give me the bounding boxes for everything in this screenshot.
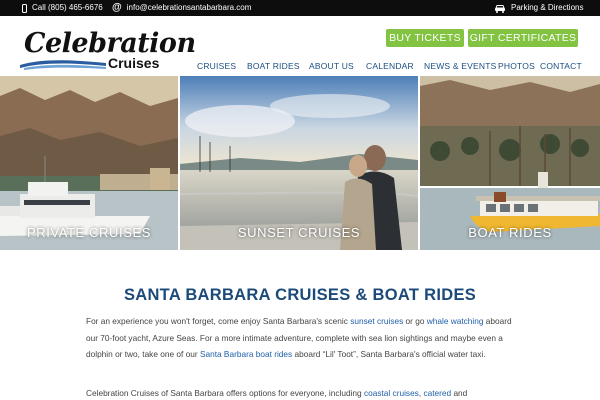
nav-item-photos[interactable]: PHOTOS [498,60,535,72]
at-icon: @ [112,2,122,13]
email-text: info@celebrationsantabarbara.com [126,3,252,12]
hero-label-boat-rides: BOAT RIDES [468,225,552,240]
hero-panel-private-cruises[interactable]: PRIVATE CRUISES [0,76,178,250]
whale-watching-link[interactable]: whale watching [427,316,484,326]
options-text-3: and [451,388,468,398]
logo[interactable]: Celebration Cruises [20,28,196,78]
hero-banner: PRIVATE CRUISES SUNSET CRUISES BOAT RIDE… [0,76,600,250]
logo-sub-text: Cruises [108,55,160,71]
email-link[interactable]: @ info@celebrationsantabarbara.com [112,0,251,16]
buy-tickets-button[interactable]: BUY TICKETS [386,29,464,47]
site-header: Celebration Cruises BUY TICKETS GIFT CER… [0,16,600,76]
hero-panel-sunset-cruises[interactable]: SUNSET CRUISES [180,76,418,250]
intro-text-1: For an experience you won't forget, come… [86,316,351,326]
private-cruises-image [0,76,178,250]
intro-text-2: or go [403,316,427,326]
intro-paragraph: For an experience you won't forget, come… [86,313,516,363]
nav-item-contact[interactable]: CONTACT [540,60,582,72]
page-title: SANTA BARBARA CRUISES & BOAT RIDES [123,286,477,304]
intro-text-4: aboard “Lil' Toot”, Santa Barbara's offi… [292,349,486,359]
hero-label-sunset-cruises: SUNSET CRUISES [237,225,361,240]
nav-item-about-us[interactable]: ABOUT US [309,60,354,72]
parking-text: Parking & Directions [511,3,584,12]
boat-rides-link[interactable]: Santa Barbara boat rides [200,349,292,359]
nav-item-calendar[interactable]: CALENDAR [366,60,414,72]
boat-rides-image [420,76,600,250]
phone-link[interactable]: Call (805) 465-6676 [22,0,103,16]
logo-wave-icon [20,60,106,70]
catered-link[interactable]: catered [423,388,451,398]
phone-text: Call (805) 465-6676 [32,3,103,12]
nav-item-cruises[interactable]: CRUISES [197,60,236,72]
phone-icon [22,3,27,13]
gift-certificates-button[interactable]: GIFT CERTIFICATES [468,29,578,47]
car-icon [495,4,505,13]
sunset-cruises-image [180,76,418,250]
hero-label-private-cruises: PRIVATE CRUISES [26,225,152,240]
nav-item-news-events[interactable]: NEWS & EVENTS [424,60,497,72]
nav-item-boat-rides[interactable]: BOAT RIDES [247,60,300,72]
parking-directions-link[interactable]: Parking & Directions [494,0,583,16]
hero-panel-boat-rides[interactable]: BOAT RIDES [420,76,600,250]
coastal-cruises-link[interactable]: coastal cruises [364,388,419,398]
options-text-1: Celebration Cruises of Santa Barbara off… [86,388,364,398]
sunset-cruises-link[interactable]: sunset cruises [350,316,403,326]
top-bar: Call (805) 465-6676 @ info@celebrationsa… [0,0,600,16]
options-paragraph: Celebration Cruises of Santa Barbara off… [86,385,516,400]
